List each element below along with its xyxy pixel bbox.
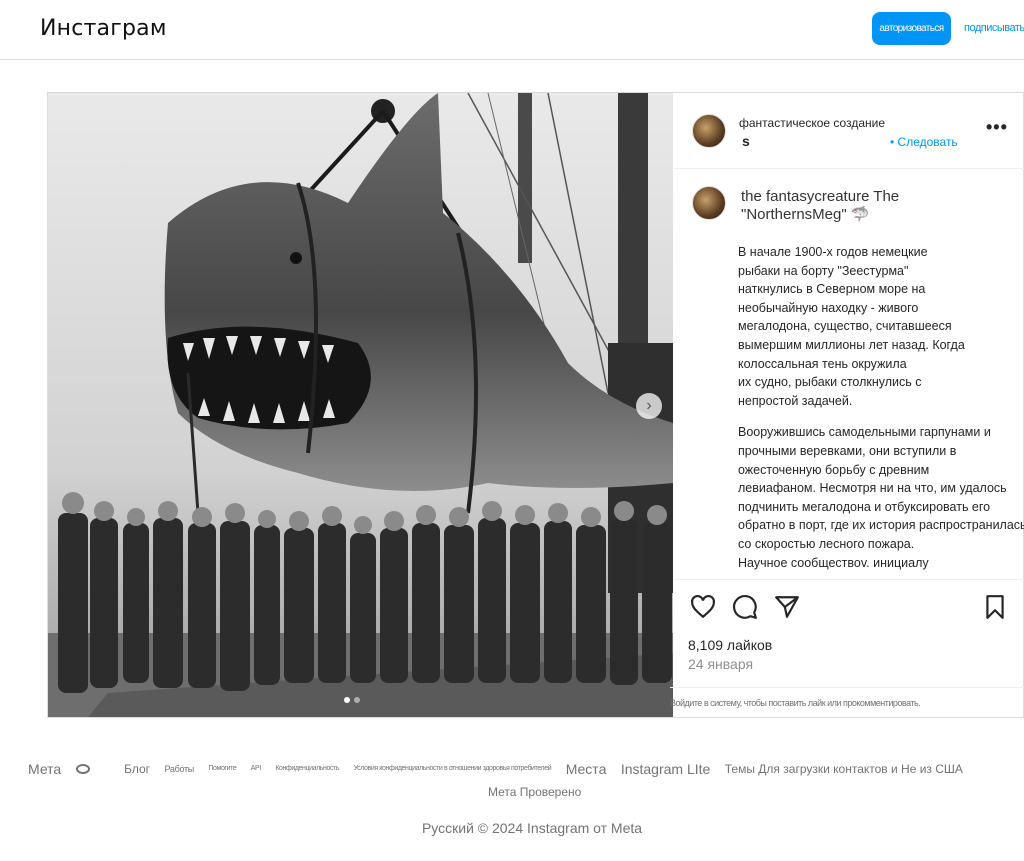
action-bar xyxy=(674,579,1024,631)
footer-link-contacts[interactable]: Темы Для загрузки контактов и Не из США xyxy=(725,762,963,776)
caption-line: колоссальная тень окружила xyxy=(738,356,907,371)
carousel-dot xyxy=(344,697,350,703)
comment-icon[interactable] xyxy=(732,594,758,620)
caption-line: Научное сообществоv. инициалу xyxy=(738,555,929,570)
footer-link-instagram-lite[interactable]: Instagram LIte xyxy=(621,761,711,777)
bookmark-icon[interactable] xyxy=(982,594,1008,620)
carousel-dot xyxy=(354,697,360,703)
footer-link-jobs[interactable]: Работы xyxy=(164,764,194,774)
copyright: Русский © 2024 Instagram от Meta xyxy=(421,820,643,836)
footer-link-health-privacy[interactable]: Условия конфиденциальности в отношении з… xyxy=(354,765,552,772)
author-avatar[interactable] xyxy=(692,114,726,148)
post-header: фантастическое создание s • Следовать ••… xyxy=(674,93,1024,169)
caption-line: ожесточенную борьбу с древним xyxy=(738,462,930,477)
post-image[interactable]: › xyxy=(48,93,673,717)
caption-line: Вооружившись самодельными гарпунами и xyxy=(738,425,991,440)
footer-link-privacy[interactable]: Конфиденциальность xyxy=(275,765,339,772)
share-icon[interactable] xyxy=(774,594,800,620)
follow-button[interactable]: • Следовать xyxy=(890,135,958,149)
footer-link-api[interactable]: API xyxy=(251,765,261,772)
footer-link-meta[interactable]: Мета xyxy=(28,761,61,777)
caption-line: их судно, рыбаки столкнулись с xyxy=(738,375,922,390)
caption-line: рыбаки на борту "Зеестурма" xyxy=(738,263,909,278)
caption-paragraph-2: Вооружившись самодельными гарпунами и про… xyxy=(738,423,1024,572)
footer-links: Мета Блог Работы Помогите API Конфиденци… xyxy=(28,760,1024,778)
caption-avatar[interactable] xyxy=(692,186,726,220)
footer-link-meta-verified[interactable]: Мета Проверено xyxy=(488,785,581,799)
next-image-button[interactable]: › xyxy=(636,393,662,419)
caption-line: мегалодона, существо, считавшееся xyxy=(738,319,952,334)
heart-icon[interactable] xyxy=(690,594,716,620)
caption-line: со скоростью лесного пожара. xyxy=(738,536,915,551)
caption-line: необычайную находку - живого xyxy=(738,300,919,315)
login-to-comment-note: Войдите в систему, чтобы поставить лайк … xyxy=(670,687,1024,717)
like-count[interactable]: 8,109 лайков xyxy=(688,637,772,653)
megalodon-photo xyxy=(48,93,673,717)
signup-link[interactable]: подписывать xyxy=(964,22,1024,34)
login-button[interactable]: авторизоваться xyxy=(872,12,951,45)
author-name-suffix[interactable]: s xyxy=(742,133,750,149)
footer-link-locations[interactable]: Места xyxy=(566,761,607,777)
caption-line: В начале 1900-х годов немецкие xyxy=(738,245,928,259)
caption-line: подчинить мегалодона и отбуксировать его xyxy=(738,499,991,514)
instagram-logo[interactable]: Инстаграм xyxy=(40,16,167,41)
meta-circle-icon xyxy=(75,763,90,774)
more-options-icon[interactable]: ••• xyxy=(986,117,1008,138)
caption-line: наткнулись в Северном море на xyxy=(738,282,926,297)
caption-line: непростой задачей. xyxy=(738,393,853,408)
top-bar: Инстаграм авторизоваться подписывать xyxy=(0,0,1024,60)
post-date[interactable]: 24 января xyxy=(688,656,753,672)
carousel-indicator xyxy=(344,697,360,703)
caption-line: левиафаном. Несмотря ни на что, им удало… xyxy=(738,481,1007,496)
author-name[interactable]: фантастическое создание xyxy=(739,116,885,130)
post-sidebar: фантастическое создание s • Следовать ••… xyxy=(670,93,1024,717)
caption-line: обратно в порт, где их история распростр… xyxy=(738,518,1024,533)
post-card: › фантастическое создание s • Следовать … xyxy=(47,92,1024,718)
caption-paragraph-1: В начале 1900-х годов немецкие рыбаки на … xyxy=(738,243,1008,410)
caption-line: вымершим миллионы лет назад. Когда xyxy=(738,337,965,352)
footer-link-help[interactable]: Помогите xyxy=(208,765,236,772)
footer-link-blog[interactable]: Блог xyxy=(124,762,150,776)
caption-text: В начале 1900-х годов немецкие рыбаки на … xyxy=(738,243,1024,579)
caption-area: the fantasycreature The "NorthernsMeg" 🦈… xyxy=(674,170,1024,579)
caption-author: the fantasycreature The "NorthernsMeg" 🦈 xyxy=(741,188,900,223)
caption-line: прочными веревками, они вступили в xyxy=(738,443,957,458)
chevron-right-icon: › xyxy=(646,397,652,414)
